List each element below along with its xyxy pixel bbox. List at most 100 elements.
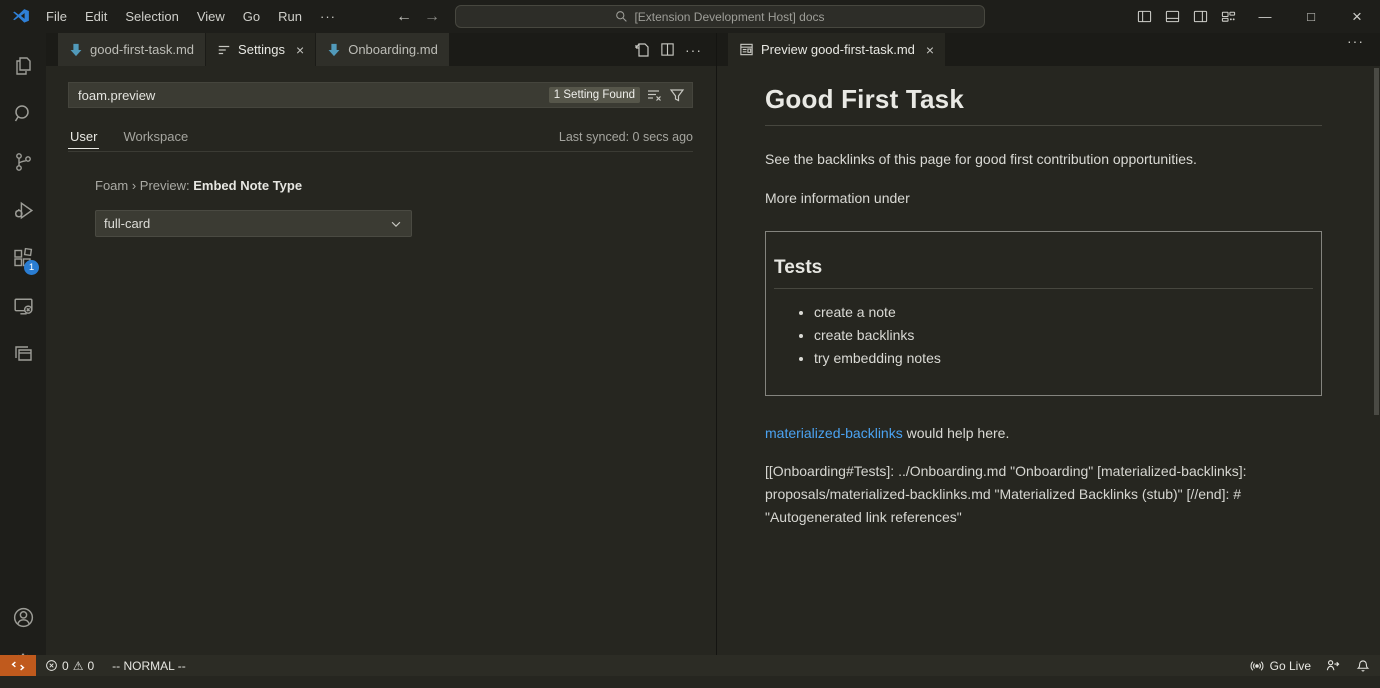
command-center-label: [Extension Development Host] docs [634, 10, 824, 24]
preview-title: Good First Task [765, 84, 1322, 126]
link-suffix-text: would help here. [903, 425, 1010, 441]
last-synced-status: Last synced: 0 secs ago [559, 130, 693, 152]
warning-count: 0 [87, 659, 94, 673]
markdown-preview-content: Good First Task See the backlinks of thi… [765, 66, 1322, 529]
materialized-backlinks-link[interactable]: materialized-backlinks [765, 425, 903, 441]
tab-good-first-task[interactable]: good-first-task.md [58, 33, 205, 66]
activity-bar: 1 ⚙ [0, 33, 46, 655]
broadcast-icon [1250, 659, 1264, 673]
tab-label: Onboarding.md [348, 42, 438, 57]
warning-icon: ⚠ [73, 659, 84, 673]
minimize-button[interactable]: — [1242, 0, 1288, 33]
more-actions-icon[interactable]: ··· [1347, 33, 1380, 66]
extensions-icon[interactable]: 1 [0, 234, 46, 282]
vim-mode-indicator: -- NORMAL -- [112, 659, 186, 673]
back-arrow-icon[interactable]: ← [396, 8, 412, 26]
remote-icon [11, 659, 25, 673]
customize-layout-icon[interactable] [1214, 0, 1242, 33]
scope-tab-workspace[interactable]: Workspace [121, 129, 190, 152]
markdown-file-icon [327, 43, 341, 57]
tab-label: good-first-task.md [90, 42, 194, 57]
remote-indicator[interactable] [0, 655, 36, 676]
run-and-debug-icon[interactable] [0, 186, 46, 234]
embedded-note-heading: Tests [774, 257, 1313, 289]
setting-name: Embed Note Type [193, 178, 302, 193]
search-view-icon[interactable] [0, 90, 46, 138]
embed-note-type-dropdown[interactable]: full-card [95, 210, 412, 237]
menu-selection[interactable]: Selection [116, 5, 187, 28]
notifications-bell-icon[interactable] [1356, 659, 1370, 673]
scope-tab-user[interactable]: User [68, 129, 99, 152]
search-icon [615, 10, 628, 23]
error-icon [45, 659, 58, 672]
preview-scrollbar[interactable] [1374, 68, 1379, 415]
menu-bar: File Edit Selection View Go Run ··· [37, 5, 345, 28]
open-editors-windows-icon[interactable] [0, 330, 46, 378]
menu-go[interactable]: Go [234, 5, 269, 28]
markdown-preview-icon [739, 42, 754, 57]
toggle-primary-sidebar-icon[interactable] [1130, 0, 1158, 33]
vscode-logo-icon [11, 8, 31, 26]
dropdown-value: full-card [104, 216, 150, 231]
list-item: try embedding notes [814, 347, 1313, 370]
close-tab-icon[interactable]: × [296, 43, 304, 57]
title-bar: File Edit Selection View Go Run ··· ← → … [0, 0, 1380, 33]
history-navigation: ← → [396, 0, 440, 33]
toggle-panel-icon[interactable] [1158, 0, 1186, 33]
close-window-button[interactable]: × [1334, 0, 1380, 33]
preview-paragraph: See the backlinks of this page for good … [765, 148, 1322, 170]
status-bar: 0 ⚠ 0 -- NORMAL -- Go Live [0, 655, 1380, 676]
toggle-secondary-sidebar-icon[interactable] [1186, 0, 1214, 33]
forward-arrow-icon[interactable]: → [424, 8, 440, 26]
tab-onboarding[interactable]: Onboarding.md [316, 33, 449, 66]
more-actions-icon[interactable]: ··· [685, 42, 702, 58]
go-live-button[interactable]: Go Live [1270, 659, 1311, 673]
extensions-badge: 1 [24, 260, 39, 275]
tab-label: Settings [238, 42, 285, 57]
link-references-text: [[Onboarding#Tests]: ../Onboarding.md "O… [765, 460, 1322, 529]
explorer-icon[interactable] [0, 42, 46, 90]
menu-run[interactable]: Run [269, 5, 311, 28]
settings-scope-tabs: User Workspace Last synced: 0 secs ago [68, 122, 693, 152]
tab-label: Preview good-first-task.md [761, 42, 915, 57]
source-control-icon[interactable] [0, 138, 46, 186]
command-center-search[interactable]: [Extension Development Host] docs [455, 5, 985, 28]
setting-category: Foam › Preview: [95, 178, 193, 193]
settings-search-box: 1 Setting Found [68, 82, 693, 108]
close-tab-icon[interactable]: × [926, 43, 934, 57]
settings-results-badge: 1 Setting Found [549, 87, 640, 103]
preview-paragraph: More information under [765, 187, 1322, 209]
list-item: create backlinks [814, 324, 1313, 347]
split-editor-icon[interactable] [660, 42, 675, 57]
problems-status[interactable]: 0 ⚠ 0 [45, 659, 94, 673]
tab-preview-good-first-task[interactable]: Preview good-first-task.md × [728, 33, 945, 66]
menu-edit[interactable]: Edit [76, 5, 116, 28]
settings-search-input[interactable] [69, 88, 549, 103]
error-count: 0 [62, 659, 69, 673]
list-item: create a note [814, 301, 1313, 324]
markdown-preview-pane: Good First Task See the backlinks of thi… [717, 66, 1380, 655]
setting-title: Foam › Preview: Embed Note Type [95, 178, 665, 193]
clear-settings-filter-icon[interactable] [646, 87, 662, 103]
markdown-file-icon [69, 43, 83, 57]
filter-settings-icon[interactable] [669, 87, 685, 103]
preview-paragraph: materialized-backlinks would help here. [765, 422, 1322, 444]
editor-tabs-left-group: good-first-task.md Settings × Onboarding… [46, 33, 716, 66]
menu-more-icon[interactable]: ··· [311, 5, 345, 28]
window-controls: — □ × [1130, 0, 1380, 33]
menu-file[interactable]: File [37, 5, 76, 28]
maximize-button[interactable]: □ [1288, 0, 1334, 33]
chevron-down-icon [389, 217, 403, 231]
menu-view[interactable]: View [188, 5, 234, 28]
remote-explorer-icon[interactable] [0, 282, 46, 330]
status-bar-right: Go Live [1250, 658, 1380, 673]
accounts-icon[interactable] [0, 593, 46, 641]
editor-tabs-right-group: Preview good-first-task.md × ··· [717, 33, 1380, 66]
live-share-icon[interactable] [1325, 658, 1340, 673]
vscode-window: File Edit Selection View Go Run ··· ← → … [0, 0, 1380, 676]
embedded-note-list: create a note create backlinks try embed… [774, 301, 1313, 370]
tab-settings[interactable]: Settings × [206, 33, 315, 66]
setting-item-embed-note-type: Foam › Preview: Embed Note Type full-car… [95, 178, 665, 237]
open-settings-json-icon[interactable] [634, 42, 650, 58]
editor-actions-left-group: ··· [634, 33, 716, 66]
